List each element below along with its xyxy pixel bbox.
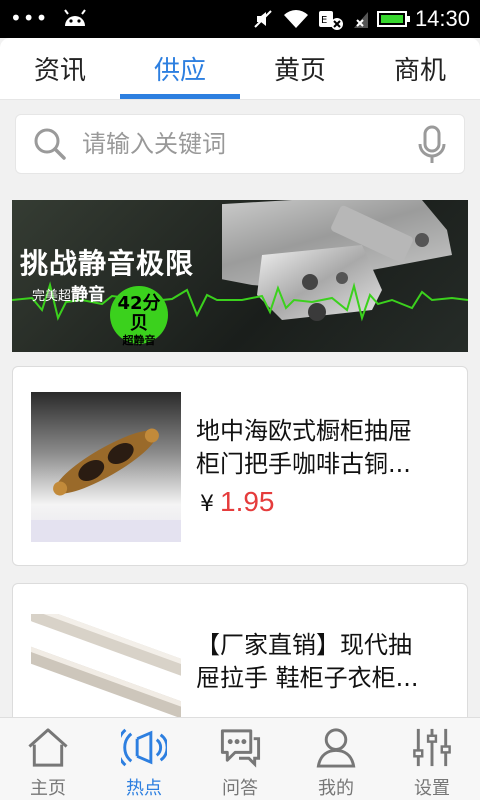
cell-signal-icon — [353, 12, 368, 28]
settings-sliders-icon — [413, 728, 451, 767]
tab-news[interactable]: 资讯 — [0, 38, 120, 99]
nav-profile[interactable]: 我的 — [288, 718, 384, 800]
chat-bubble-icon — [220, 729, 261, 768]
user-icon — [316, 728, 356, 768]
nav-settings[interactable]: 设置 — [384, 718, 480, 800]
nav-hot[interactable]: 热点 — [96, 718, 192, 800]
more-dots-icon: ••• — [10, 6, 49, 30]
tab-supply[interactable]: 供应 — [120, 38, 240, 99]
svg-text:E: E — [321, 15, 327, 26]
search-icon[interactable] — [32, 126, 68, 162]
search-input[interactable] — [82, 130, 402, 158]
signal-off-icon: E — [318, 11, 343, 30]
banner-title: 挑战静音极限 — [20, 247, 195, 280]
bottom-navigation: 主页 热点 问答 我的 设置 — [0, 717, 480, 800]
category-tabs: 资讯 供应 黄页 商机 — [0, 38, 480, 100]
android-icon — [64, 9, 87, 26]
product-price: ¥1.95 — [200, 486, 275, 517]
broadcast-icon — [121, 728, 167, 767]
microphone-icon[interactable] — [416, 125, 448, 165]
nav-qa[interactable]: 问答 — [192, 718, 288, 800]
product-image-handle — [31, 392, 181, 542]
nav-home[interactable]: 主页 — [0, 718, 96, 800]
clock: 14:30 — [414, 6, 470, 31]
promo-banner[interactable]: 挑战静音极限 完美超静音 42分贝 超静音 — [12, 200, 468, 352]
tab-business[interactable]: 商机 — [360, 38, 480, 99]
mute-icon — [254, 10, 272, 28]
banner-subtitle: 完美超静音 — [32, 285, 106, 305]
product-title: 【厂家直销】现代抽 屉拉手 鞋柜子衣柜... — [196, 631, 419, 692]
home-icon — [28, 728, 68, 767]
product-title: 地中海欧式橱柜抽屉 柜门把手咖啡古铜... — [196, 417, 412, 478]
tab-yellow-pages[interactable]: 黄页 — [240, 38, 360, 99]
battery-icon — [376, 11, 410, 27]
wifi-icon — [283, 10, 308, 28]
product-card[interactable]: 地中海欧式橱柜抽屉 柜门把手咖啡古铜... ¥1.95 — [12, 366, 468, 566]
status-bar: ••• E 14:30 — [0, 0, 480, 38]
decibel-badge: 42分贝 超静音 — [110, 286, 168, 347]
search-bar — [15, 114, 465, 174]
